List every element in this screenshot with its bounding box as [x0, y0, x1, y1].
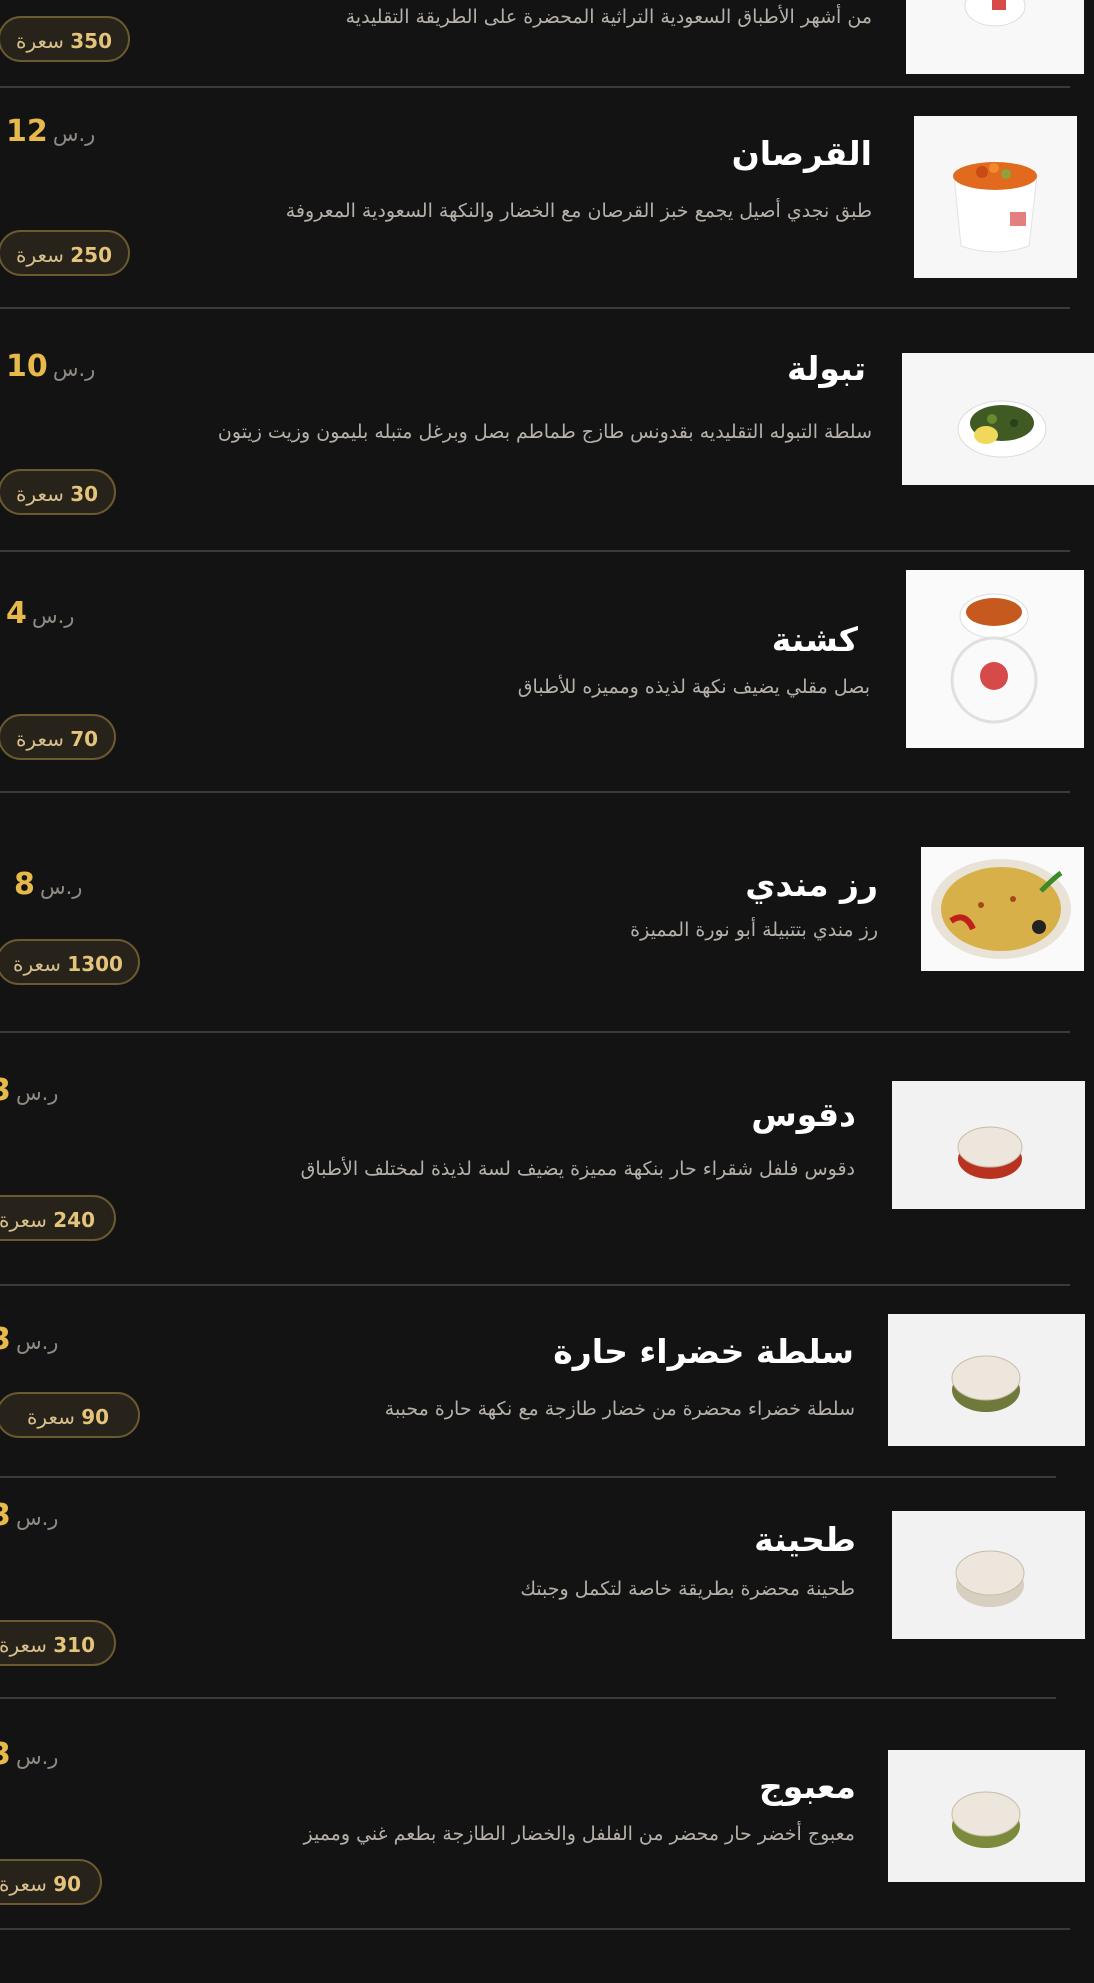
item-name: طحينة	[754, 1520, 856, 1559]
calories-value: 240	[53, 1208, 96, 1232]
divider	[0, 1476, 1056, 1478]
currency-label: ر.س	[15, 1745, 59, 1769]
item-price: ر.س 4	[6, 596, 74, 631]
divider	[0, 1928, 1070, 1930]
dish-image	[914, 116, 1077, 278]
item-description: سلطة التبوله التقليديه بقدونس طازج طماطم…	[217, 421, 872, 443]
currency-label: ر.س	[15, 1081, 59, 1105]
item-description: بصل مقلي يضيف نكهة لذيذه ومميزه للأطباق	[517, 676, 870, 698]
menu-item[interactable]: من أشهر الأطباق السعودية التراثية المحضر…	[0, 0, 1094, 88]
calories-value: 70	[70, 727, 99, 751]
item-description: من أشهر الأطباق السعودية التراثية المحضر…	[345, 6, 872, 28]
price-value: 3	[0, 1737, 11, 1772]
item-name: تبولة	[787, 349, 866, 388]
item-name: رز مندي	[745, 865, 878, 904]
item-price: ر.س 3	[0, 1498, 58, 1533]
calories-unit: سعرة	[0, 1633, 47, 1657]
currency-label: ر.س	[15, 1330, 59, 1354]
divider	[0, 1697, 1056, 1699]
item-description: سلطة خضراء محضرة من خضار طازجة مع نكهة ح…	[384, 1398, 855, 1420]
item-name: القرصان	[731, 134, 872, 173]
calories-unit: سعرة	[15, 482, 64, 506]
price-value: 4	[6, 596, 27, 631]
price-value: 3	[0, 1322, 11, 1357]
price-value: 10	[6, 349, 48, 384]
dish-image	[921, 847, 1084, 971]
calories-badge: 250 سعرة	[0, 230, 130, 276]
currency-label: ر.س	[15, 1506, 59, 1530]
calories-unit: سعرة	[15, 727, 64, 751]
calories-badge: 310 سعرة	[0, 1620, 116, 1666]
price-value: 8	[14, 867, 35, 902]
calories-badge: 90 سعرة	[0, 1859, 102, 1905]
price-value: 3	[0, 1498, 11, 1533]
dish-image	[906, 0, 1084, 74]
calories-badge: 70 سعرة	[0, 714, 116, 760]
calories-unit: سعرة	[0, 1208, 47, 1232]
price-value: 3	[0, 1073, 11, 1108]
calories-badge: 350 سعرة	[0, 16, 130, 62]
item-name: معبوج	[758, 1767, 856, 1806]
calories-unit: سعرة	[15, 29, 64, 53]
calories-unit: سعرة	[26, 1405, 75, 1429]
divider	[0, 307, 1070, 309]
item-price: ر.س 3	[0, 1073, 58, 1108]
currency-label: ر.س	[39, 875, 83, 899]
calories-value: 30	[70, 482, 99, 506]
calories-value: 1300	[67, 952, 123, 976]
price-value: 12	[6, 114, 48, 149]
calories-value: 350	[70, 29, 113, 53]
item-name: دقوس	[751, 1095, 856, 1134]
calories-badge: 240 سعرة	[0, 1195, 116, 1241]
divider	[0, 1031, 1070, 1033]
dish-image	[888, 1314, 1085, 1446]
item-price: ر.س 10	[6, 349, 95, 384]
calories-badge: 1300 سعرة	[0, 939, 140, 985]
item-description: طحينة محضرة بطريقة خاصة لتكمل وجبتك	[520, 1578, 855, 1600]
calories-value: 90	[53, 1872, 82, 1896]
item-price: ر.س 8	[14, 867, 82, 902]
calories-unit: سعرة	[15, 243, 64, 267]
dish-image	[906, 570, 1084, 748]
calories-unit: سعرة	[13, 952, 61, 976]
item-price: ر.س 3	[0, 1322, 58, 1357]
dish-image	[892, 1081, 1085, 1209]
divider	[0, 1284, 1070, 1286]
calories-unit: سعرة	[0, 1872, 47, 1896]
item-price: ر.س 3	[0, 1737, 58, 1772]
divider	[0, 86, 1070, 88]
currency-label: ر.س	[52, 357, 96, 381]
calories-badge: 30 سعرة	[0, 469, 116, 515]
item-description: دقوس فلفل شقراء حار بنكهة مميزة يضيف لسة…	[300, 1158, 855, 1180]
currency-label: ر.س	[31, 604, 75, 628]
calories-badge: 90 سعرة	[0, 1392, 140, 1438]
calories-value: 90	[81, 1405, 110, 1429]
item-description: معبوج أخضر حار محضر من الفلفل والخضار ال…	[303, 1823, 855, 1845]
item-description: طبق نجدي أصيل يجمع خبز القرصان مع الخضار…	[285, 200, 872, 222]
item-price: ر.س 12	[6, 114, 95, 149]
item-name: سلطة خضراء حارة	[553, 1332, 854, 1371]
dish-image	[892, 1511, 1085, 1639]
item-description: رز مندي بتتبيلة أبو نورة المميزة	[630, 919, 878, 941]
currency-label: ر.س	[52, 122, 96, 146]
dish-image	[888, 1750, 1085, 1882]
calories-value: 250	[70, 243, 113, 267]
item-name: كشنة	[771, 620, 858, 659]
divider	[0, 791, 1070, 793]
dish-image	[902, 353, 1094, 485]
calories-value: 310	[53, 1633, 96, 1657]
divider	[0, 550, 1070, 552]
